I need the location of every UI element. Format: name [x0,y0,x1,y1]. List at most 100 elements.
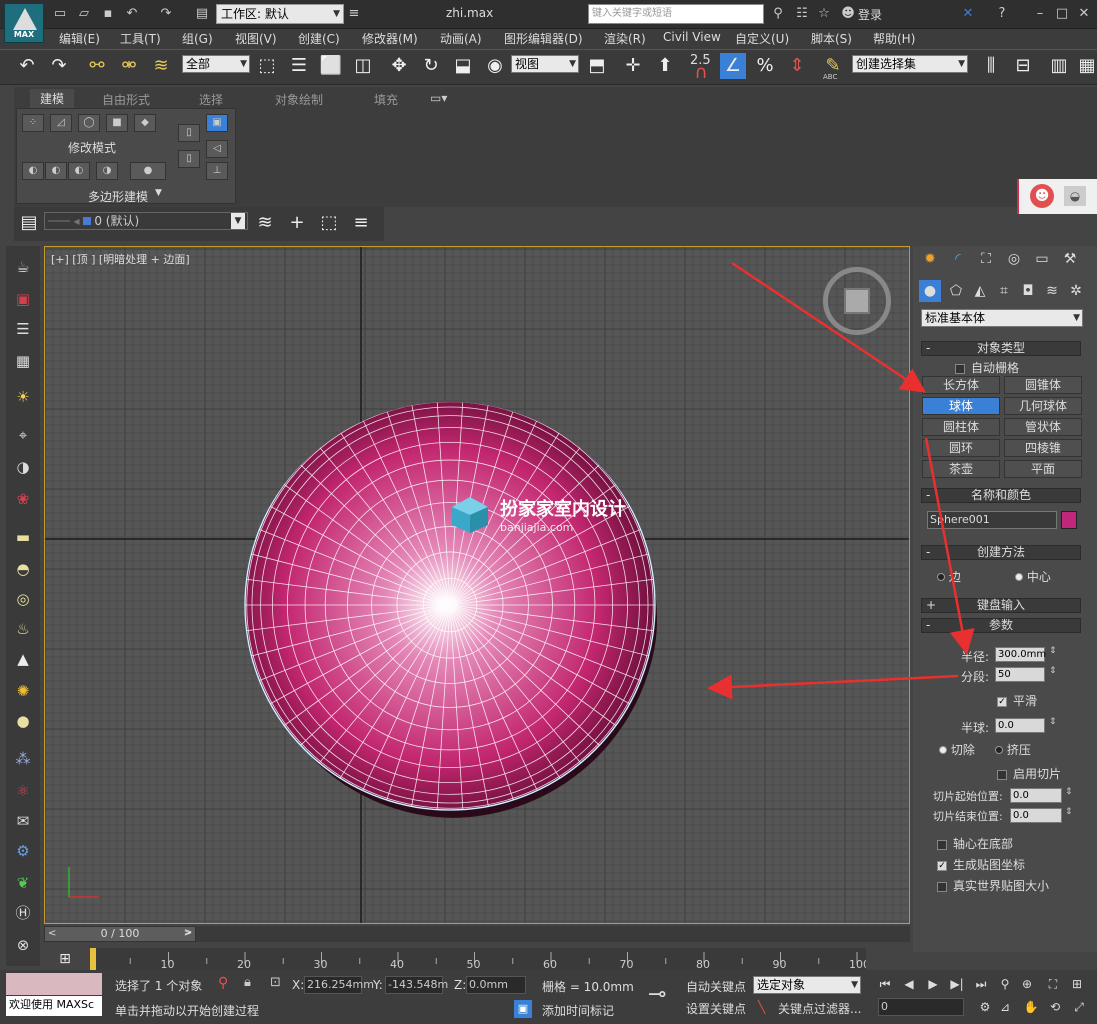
sun-icon[interactable]: ✺ [10,678,36,704]
particle-icon[interactable]: ⁂ [10,746,36,772]
base-pivot-checkbox[interactable]: 轴心在底部 [937,835,1013,852]
maxscript-mini[interactable]: 欢迎使用 MAXSc [6,996,102,1016]
rollout-name-color[interactable]: - 名称和颜色 [921,488,1081,503]
gen-map-checkbox[interactable]: ✓ 生成贴图坐标 [937,856,1025,873]
orbit-icon[interactable]: ⟲ [1046,998,1064,1016]
bind-spacewarp-icon[interactable]: ≋ [148,53,174,79]
hair-icon[interactable]: Ⓗ [10,900,36,926]
y-coord-field[interactable]: -143.548m [385,976,448,994]
zoom-extents-all-icon[interactable]: ⊞ [1068,975,1086,993]
object-name-input[interactable]: Sphere001 [927,511,1057,529]
envelope-icon[interactable]: ✉ [10,808,36,834]
align-icon[interactable]: ⊟ [1010,53,1036,79]
rotate-icon[interactable]: ↻ [418,53,444,79]
spacewarps-icon[interactable]: ≋ [1041,280,1063,302]
maxscript-listener[interactable] [6,973,102,995]
menu-create[interactable]: 创建(C) [298,30,340,47]
help-icon[interactable]: ? [994,6,1010,22]
tab-selection[interactable]: 选择 [199,91,223,108]
move-icon[interactable]: ✥ [386,53,412,79]
exchange-icon[interactable]: ✕ [960,6,976,22]
time-slider[interactable]: <0 / 100 > [44,926,196,942]
viewport-top[interactable]: [+] [顶 ] [明暗处理 + 边面] 扮家家室内设计 banjiajia.c… [44,246,910,924]
ribbon-options-icon[interactable]: ▭▾ [430,91,447,105]
teapot-button[interactable]: 茶壶 [922,460,1000,478]
polygon-button[interactable]: ■ [106,114,128,132]
object-color-swatch[interactable] [1061,511,1077,529]
select-link-icon[interactable]: ⚯ [84,53,110,79]
tab-populate[interactable]: 填充 [374,91,398,108]
ref-coord-select[interactable]: 视图 ▼ [511,55,579,73]
spinner-snap-icon[interactable]: ⇕ [784,53,810,79]
search-input[interactable]: 键入关键字或短语 [588,4,764,24]
display-tab-icon[interactable]: ▭ [1029,248,1055,270]
sphere-button[interactable]: 球体 [922,397,1000,415]
hemisphere-input[interactable]: 0.0 [995,718,1045,733]
rollout-keyboard-entry[interactable]: + 键盘输入 [921,598,1081,613]
infocenter-icon[interactable]: ☷ [794,6,810,22]
transform-mode-icon[interactable]: ⊡ [270,975,281,990]
slice-to-input[interactable]: 0.0 [1010,808,1062,823]
zoom-all-icon[interactable]: ⊕ [1018,975,1036,993]
auto-key-button[interactable]: 自动关键点 [686,978,746,995]
add-to-layer-icon[interactable]: ⬚ [316,210,342,236]
percent-snap-icon[interactable]: % [752,53,778,79]
tab-object-paint[interactable]: 对象绘制 [275,91,323,108]
modify-tab-icon[interactable]: ◜ [945,248,971,270]
undo-button[interactable]: ↶ [14,53,40,79]
geosphere-button[interactable]: 几何球体 [1004,397,1082,415]
ring-icon[interactable]: ◎ [10,586,36,612]
viewport-label[interactable]: [+] [顶 ] [明暗处理 + 边面] [51,251,190,267]
curve-editor-icon[interactable]: ⊞ [52,946,78,972]
menu-animation[interactable]: 动画(A) [440,30,482,47]
redo-icon[interactable]: ↷ [158,6,174,22]
key-filters-button[interactable]: 关键点过滤器... [778,1000,861,1017]
cone-icon[interactable]: ▲ [10,646,36,672]
real-world-checkbox[interactable]: 真实世界贴图大小 [937,877,1049,894]
tube-button[interactable]: 管状体 [1004,418,1082,436]
layer-manager-icon[interactable]: ▥ [1046,53,1072,79]
molecule-icon[interactable]: ⚛ [10,778,36,804]
mod-btn-1[interactable]: ◐ [22,162,44,180]
snap-toggle-icon[interactable]: ∩ [688,60,714,86]
current-frame-field[interactable]: 0 [878,998,964,1016]
squash-radio[interactable]: 挤压 [995,741,1031,758]
rollout-parameters[interactable]: - 参数 [921,618,1081,633]
new-layer-icon[interactable]: + [284,210,310,236]
create-tab-icon[interactable]: ✹ [917,248,943,270]
place-icon[interactable]: ◉ [482,53,508,79]
login-link[interactable]: 登录 [858,6,882,23]
save-icon[interactable]: ▪ [100,6,116,22]
vertex-button[interactable]: ⁘ [22,114,44,132]
set-key-icon[interactable]: ⊸ [648,982,666,1007]
rollout-object-type[interactable]: - 对象类型 [921,341,1081,356]
menu-rendering[interactable]: 渲染(R) [604,30,646,47]
motion-tab-icon[interactable]: ◎ [1001,248,1027,270]
menu-civil-view[interactable]: Civil View [663,30,721,44]
unlink-icon[interactable]: ⚮ [116,53,142,79]
pyramid-button[interactable]: 四棱锥 [1004,439,1082,457]
contrast-icon[interactable]: ◑ [10,454,36,480]
open-file-icon[interactable]: ▱ [76,6,92,22]
slice-from-spinner-icon[interactable]: ⇕ [1065,787,1073,797]
key-mode-select[interactable]: 选定对象 ▼ [753,976,861,994]
scale-icon[interactable]: ⬓ [450,53,476,79]
mod-btn-2[interactable]: ◐ [45,162,67,180]
viewcube[interactable] [823,267,891,335]
zoom-extents-icon[interactable]: ⛶ [1044,975,1062,993]
slice-to-spinner-icon[interactable]: ⇕ [1065,807,1073,817]
utilities-tab-icon[interactable]: ⚒ [1057,248,1083,270]
redo-button[interactable]: ↷ [46,53,72,79]
fov-icon[interactable]: ⊿ [996,998,1014,1016]
smooth-checkbox[interactable]: ✓ 平滑 [997,692,1037,709]
menu-scripting[interactable]: 脚本(S) [811,30,852,47]
grid-list-icon[interactable]: ▦ [10,348,36,374]
menu-views[interactable]: 视图(V) [235,30,277,47]
timeline-ruler[interactable]: 10 20 30 40 50 60 70 80 90 100 [90,948,866,970]
mirror-icon[interactable]: ⫼ [978,53,1004,79]
sphere-prim-icon[interactable]: ● [10,708,36,734]
menu-customize[interactable]: 自定义(U) [735,30,789,47]
app-logo-button[interactable]: MAX [4,3,44,43]
goto-end-icon[interactable]: ⏭ [972,975,990,993]
slice-on-checkbox[interactable]: 启用切片 [997,765,1061,782]
